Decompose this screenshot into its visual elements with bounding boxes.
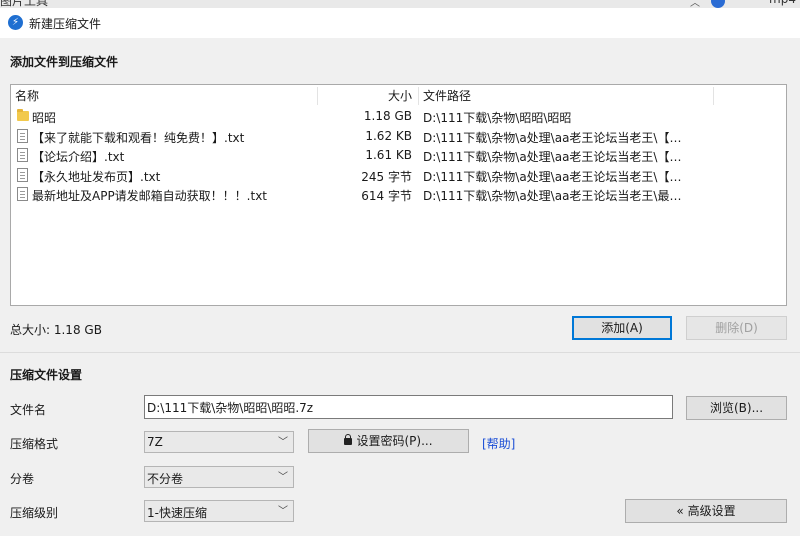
- help-link[interactable]: [帮助]: [482, 435, 515, 452]
- file-row[interactable]: 【来了就能下载和观看！纯免费！】.txt 1.62 KB D:\111下载\杂物…: [11, 127, 786, 147]
- compression-level-value: 1-快速压缩: [147, 506, 207, 520]
- background-app-strip: 图片工具 ︿ mp4: [0, 0, 800, 8]
- file-row[interactable]: 昭昭 1.18 GB D:\111下载\杂物\昭昭\昭昭: [11, 107, 786, 127]
- file-name: 最新地址及APP请发邮箱自动获取！！！.txt: [32, 189, 268, 203]
- file-row[interactable]: 【论坛介绍】.txt 1.61 KB D:\111下载\杂物\a处理\aa老王论…: [11, 146, 786, 166]
- file-size: 614 字节: [361, 189, 412, 203]
- background-app-label: 图片工具: [0, 0, 49, 8]
- file-name: 昭昭: [32, 111, 57, 125]
- set-password-label: 设置密码(P)...: [356, 434, 433, 448]
- window-title: 新建压缩文件: [29, 17, 102, 31]
- chevron-down-icon: ﹀: [278, 506, 288, 517]
- filename-input[interactable]: D:\111下载\杂物\昭昭\昭昭.7z: [144, 395, 673, 419]
- file-name: 【永久地址发布页】.txt: [32, 169, 161, 184]
- lock-icon: [344, 434, 353, 445]
- delete-button[interactable]: 删除(D): [686, 316, 787, 340]
- file-path: D:\111下载\杂物\a处理\aa老王论坛当老王\【…: [423, 130, 682, 145]
- filename-label: 文件名: [10, 403, 47, 417]
- format-label: 压缩格式: [10, 437, 59, 451]
- help-icon: [711, 0, 725, 8]
- text-file-icon: [17, 148, 28, 162]
- folder-icon: [17, 109, 29, 121]
- volume-select[interactable]: 不分卷 ﹀: [144, 466, 294, 488]
- text-file-icon: [17, 128, 28, 143]
- set-password-button[interactable]: 设置密码(P)...: [308, 429, 469, 453]
- chevron-up-icon: ︿: [690, 0, 700, 8]
- file-path: D:\111下载\杂物\a处理\aa老王论坛当老王\【…: [423, 150, 682, 164]
- title-bar: ⚡ 新建压缩文件: [0, 8, 800, 38]
- file-rows: 昭昭 1.18 GB D:\111下载\杂物\昭昭\昭昭 【来了就能下载和观看！…: [11, 107, 786, 205]
- total-size: 总大小: 1.18 GB: [10, 323, 102, 337]
- chevron-down-icon: ﹀: [278, 437, 288, 448]
- new-archive-dialog: ⚡ 新建压缩文件 添加文件到压缩文件 名称 大小 文件路径 昭昭 1.18 GB…: [0, 8, 800, 536]
- text-file-icon: [17, 187, 28, 201]
- chevron-down-icon: ﹀: [278, 472, 288, 483]
- advanced-settings-button[interactable]: « 高级设置: [625, 499, 787, 523]
- file-path: D:\111下载\杂物\a处理\aa老王论坛当老王\【…: [423, 169, 682, 184]
- column-path-header[interactable]: 文件路径: [423, 87, 471, 104]
- volume-value: 不分卷: [147, 472, 184, 486]
- file-list[interactable]: 名称 大小 文件路径 昭昭 1.18 GB D:\111下载\杂物\昭昭\昭昭 …: [10, 84, 787, 306]
- archive-settings-heading: 压缩文件设置: [10, 368, 83, 382]
- file-size: 1.62 KB: [365, 128, 412, 143]
- compression-level-label: 压缩级别: [10, 506, 59, 520]
- column-divider[interactable]: [317, 87, 318, 105]
- file-list-header: 名称 大小 文件路径: [11, 85, 786, 105]
- background-app-tab: mp4: [769, 0, 796, 6]
- compression-level-select[interactable]: 1-快速压缩 ﹀: [144, 500, 294, 522]
- column-name-header[interactable]: 名称: [15, 87, 39, 104]
- column-size-header[interactable]: 大小: [388, 87, 412, 104]
- file-size: 1.18 GB: [363, 109, 412, 123]
- file-name: 【来了就能下载和观看！纯免费！】.txt: [32, 130, 245, 145]
- file-path: D:\111下载\杂物\a处理\aa老王论坛当老王\最…: [423, 189, 682, 203]
- text-file-icon: [17, 167, 28, 182]
- column-divider[interactable]: [418, 87, 419, 105]
- column-divider[interactable]: [713, 87, 714, 105]
- volume-label: 分卷: [10, 472, 35, 486]
- file-name: 【论坛介绍】.txt: [32, 150, 125, 164]
- add-files-heading: 添加文件到压缩文件: [10, 55, 119, 69]
- app-icon: ⚡: [8, 15, 23, 30]
- format-select[interactable]: 7Z ﹀: [144, 431, 294, 453]
- format-value: 7Z: [147, 435, 163, 449]
- file-path: D:\111下载\杂物\昭昭\昭昭: [423, 111, 572, 125]
- section-divider: [0, 352, 800, 353]
- browse-button[interactable]: 浏览(B)...: [686, 396, 787, 420]
- file-size: 1.61 KB: [365, 148, 412, 162]
- file-row[interactable]: 最新地址及APP请发邮箱自动获取！！！.txt 614 字节 D:\111下载\…: [11, 185, 786, 205]
- add-button[interactable]: 添加(A): [572, 316, 672, 340]
- file-row[interactable]: 【永久地址发布页】.txt 245 字节 D:\111下载\杂物\a处理\aa老…: [11, 166, 786, 186]
- file-size: 245 字节: [361, 169, 412, 184]
